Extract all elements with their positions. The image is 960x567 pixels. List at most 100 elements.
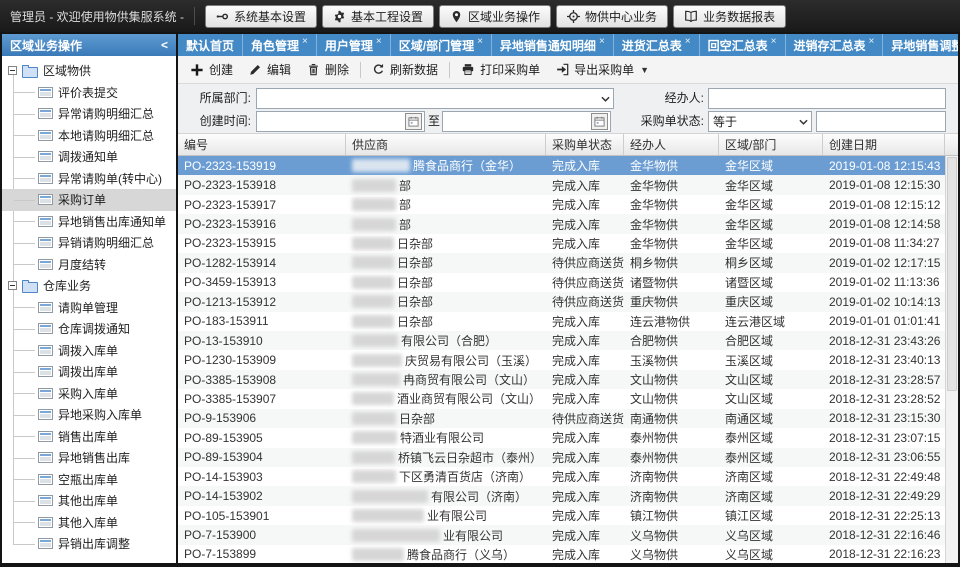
table-row[interactable]: PO-3459-153913日杂部待供应商送货诸暨物供诸暨区域2019-01-0… (178, 273, 945, 292)
table-row[interactable]: PO-14-153902有限公司（济南）完成入库济南物供济南区域2018-12-… (178, 486, 945, 505)
tab-7[interactable]: 回空汇总表× (700, 34, 786, 56)
status-value-field[interactable] (817, 112, 945, 131)
table-row[interactable]: PO-2323-153917部完成入库金华物供金华区域2019-01-08 12… (178, 195, 945, 214)
sidebar-item[interactable]: 调拨通知单 (2, 146, 176, 168)
close-icon[interactable]: × (599, 36, 605, 47)
toolbar-button-2[interactable]: 编辑 (241, 58, 299, 82)
topbar-button-1[interactable]: 系统基本设置 (205, 5, 317, 28)
sidebar-item[interactable]: 异销出库调整 (2, 533, 176, 555)
sidebar-item[interactable]: 异常请购明细汇总 (2, 103, 176, 125)
sidebar-item[interactable]: 仓库调拨通知 (2, 318, 176, 340)
sidebar-item[interactable]: 月度结转 (2, 254, 176, 276)
sidebar-item[interactable]: 其他出库单 (2, 490, 176, 512)
topbar-button-4[interactable]: 物供中心业务 (556, 5, 668, 28)
table-row[interactable]: PO-7-153899腾食品商行（义乌）完成入库义乌物供义乌区域2018-12-… (178, 545, 945, 563)
collapse-minus-icon[interactable] (8, 66, 17, 75)
table-row[interactable]: PO-1230-153909庆贸易有限公司（玉溪）完成入库玉溪物供玉溪区域201… (178, 350, 945, 369)
sidebar-item[interactable]: 调拨入库单 (2, 340, 176, 362)
table-row[interactable]: PO-2323-153918部完成入库金华物供金华区域2019-01-08 12… (178, 175, 945, 194)
sidebar-item[interactable]: 异地销售出库 (2, 447, 176, 469)
tab-2[interactable]: 角色管理× (243, 34, 317, 56)
table-row[interactable]: PO-14-153903下区勇清百货店（济南）完成入库济南物供济南区域2018-… (178, 467, 945, 486)
tree-folder-1[interactable]: 区域物供 (2, 60, 176, 82)
scrollbar-thumb[interactable] (947, 157, 957, 391)
column-header[interactable]: 区域/部门 (719, 134, 823, 155)
column-header[interactable]: 采购单状态 (546, 134, 624, 155)
table-row[interactable]: PO-2323-153915日杂部完成入库金华物供金华区域2019-01-08 … (178, 234, 945, 253)
table-row[interactable]: PO-183-153911日杂部完成入库连云港物供连云港区域2019-01-01… (178, 312, 945, 331)
table-row[interactable]: PO-89-153904桥镇飞云日杂超市（泰州）完成入库泰州物供泰州区域2018… (178, 448, 945, 467)
table-row[interactable]: PO-9-153906日杂部待供应商送货南通物供南通区域2018-12-31 2… (178, 409, 945, 428)
chevron-down-icon[interactable] (795, 112, 811, 131)
sidebar-collapse-icon[interactable]: < (161, 38, 168, 52)
toolbar-button-3[interactable]: 删除 (299, 58, 357, 82)
collapse-minus-icon[interactable] (8, 281, 17, 290)
sidebar-item[interactable]: 异地销售出库通知单 (2, 211, 176, 233)
toolbar-button-5[interactable]: 打印采购单 (453, 58, 548, 82)
toolbar-button-1[interactable]: 创建 (182, 58, 241, 82)
table-row[interactable]: PO-7-153900业有限公司完成入库义乌物供义乌区域2018-12-31 2… (178, 525, 945, 544)
date-from-input[interactable] (256, 111, 425, 132)
toolbar-button-4[interactable]: 刷新数据 (364, 58, 446, 82)
sidebar-item[interactable]: 异地采购入库单 (2, 404, 176, 426)
sidebar-item[interactable]: 异常请购单(转中心) (2, 168, 176, 190)
table-row[interactable]: PO-3385-153907酒业商贸有限公司（文山）完成入库文山物供文山区域20… (178, 389, 945, 408)
cell-supplier: 部 (346, 214, 546, 233)
vertical-scrollbar[interactable] (945, 156, 958, 563)
status-value-input[interactable] (816, 111, 946, 132)
sidebar-item[interactable]: 调拨出库单 (2, 361, 176, 383)
tab-1[interactable]: 默认首页 (178, 34, 243, 56)
column-header[interactable]: 创建日期 (823, 134, 945, 155)
close-icon[interactable]: × (869, 36, 875, 47)
sidebar-item[interactable]: 采购订单 (2, 189, 176, 211)
table-row[interactable]: PO-13-153910有限公司（合肥）完成入库合肥物供合肥区域2018-12-… (178, 331, 945, 350)
table-row[interactable]: PO-89-153905特酒业有限公司完成入库泰州物供泰州区域2018-12-3… (178, 428, 945, 447)
tab-5[interactable]: 异地销售通知明细× (492, 34, 614, 56)
sidebar-item[interactable]: 评价表提交 (2, 82, 176, 104)
sidebar-item[interactable]: 采购入库单 (2, 383, 176, 405)
close-icon[interactable]: × (376, 36, 382, 47)
table-row[interactable]: PO-2323-153916部完成入库金华物供金华区域2019-01-08 12… (178, 214, 945, 233)
supplier-name: 有限公司（合肥） (401, 332, 497, 349)
table-row[interactable]: PO-2323-153919腾食品商行（金华）完成入库金华物供金华区域2019-… (178, 156, 945, 175)
calendar-icon[interactable] (405, 113, 422, 130)
column-header[interactable]: 经办人 (624, 134, 719, 155)
date-to-field[interactable] (443, 112, 591, 131)
handler-input[interactable] (708, 88, 946, 109)
table-row[interactable]: PO-1282-153914日杂部待供应商送货桐乡物供桐乡区域2019-01-0… (178, 253, 945, 272)
table-row[interactable]: PO-1213-153912日杂部待供应商送货重庆物供重庆区域2019-01-0… (178, 292, 945, 311)
close-icon[interactable]: × (685, 36, 691, 47)
column-header[interactable]: 编号 (178, 134, 346, 155)
status-operator-select[interactable]: 等于 (708, 111, 812, 132)
close-icon[interactable]: × (771, 36, 777, 47)
sidebar-item[interactable]: 本地请购明细汇总 (2, 125, 176, 147)
sidebar-item[interactable]: 销售出库单 (2, 426, 176, 448)
sidebar-item[interactable]: 异销请购明细汇总 (2, 232, 176, 254)
chevron-down-icon[interactable] (597, 89, 613, 108)
topbar-button-5[interactable]: 业务数据报表 (673, 5, 786, 28)
cell-po: PO-2323-153919 (178, 156, 346, 175)
close-icon[interactable]: × (302, 36, 308, 47)
tab-3[interactable]: 用户管理× (317, 34, 391, 56)
handler-input-field[interactable] (709, 89, 945, 108)
calendar-icon[interactable] (591, 113, 608, 130)
sidebar-item[interactable]: 空瓶出库单 (2, 469, 176, 491)
tab-4[interactable]: 区域/部门管理× (391, 34, 492, 56)
table-row[interactable]: PO-105-153901业有限公司完成入库镇江物供镇江区域2018-12-31… (178, 506, 945, 525)
table-row[interactable]: PO-3385-153908冉商贸有限公司（文山）完成入库文山物供文山区域201… (178, 370, 945, 389)
date-to-input[interactable] (442, 111, 611, 132)
tree-folder-2[interactable]: 仓库业务 (2, 275, 176, 297)
tab-6[interactable]: 进货汇总表× (614, 34, 700, 56)
close-icon[interactable]: × (477, 36, 483, 47)
tree-folder-label: 区域物供 (43, 62, 91, 79)
topbar-button-2[interactable]: 基本工程设置 (322, 5, 434, 28)
sidebar-item[interactable]: 请购单管理 (2, 297, 176, 319)
department-select[interactable] (256, 88, 614, 109)
topbar-button-3[interactable]: 区域业务操作 (439, 5, 551, 28)
column-header[interactable]: 供应商 (346, 134, 546, 155)
tab-8[interactable]: 进销存汇总表× (786, 34, 884, 56)
date-from-field[interactable] (257, 112, 405, 131)
tab-9[interactable]: 异地销售调整明细× (883, 34, 958, 56)
sidebar-item[interactable]: 其他入库单 (2, 512, 176, 534)
toolbar-button-6[interactable]: 导出采购单▼ (548, 58, 657, 82)
